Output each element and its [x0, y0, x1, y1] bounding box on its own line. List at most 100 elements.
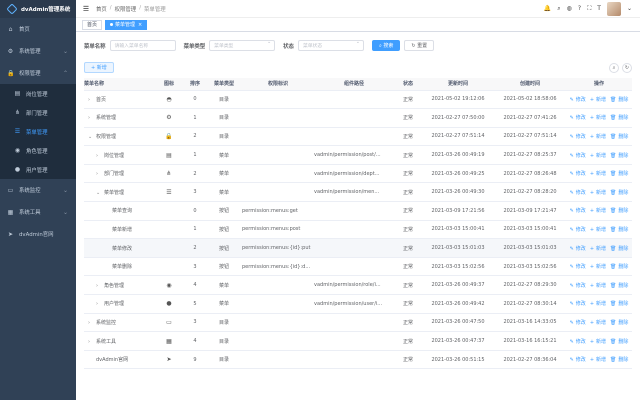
table-row[interactable]: ⌄ 菜单管理 ☰ 3 菜单 vadmin/permission/men... 正常 2021-…: [84, 182, 632, 203]
sidebar-item-user[interactable]: ● 用户管理: [0, 160, 76, 179]
sidebar-item-tools[interactable]: ▦ 系统工具 ⌄: [0, 201, 76, 223]
delete-link[interactable]: 🗑 删除: [609, 320, 629, 326]
expand-icon[interactable]: ›: [96, 153, 101, 159]
sidebar-item-gear[interactable]: ⚙ 系统管理 ⌄: [0, 40, 76, 62]
table-row[interactable]: dvAdmin官网 ➤ 9 目录 正常 2021-03-26 00:51:15 2021-0…: [84, 350, 632, 370]
table-row[interactable]: 菜单查询 0 按钮 permission:menus:get 正常 2021-03-09 …: [84, 201, 632, 221]
sidebar-item-tree[interactable]: ⋔ 部门管理: [0, 103, 76, 122]
add-link[interactable]: + 新增: [589, 357, 607, 363]
edit-link[interactable]: ✎ 修改: [569, 190, 587, 196]
help-icon[interactable]: ?: [578, 5, 581, 12]
add-link[interactable]: + 新增: [589, 171, 607, 177]
delete-link[interactable]: 🗑 删除: [609, 134, 629, 140]
edit-link[interactable]: ✎ 修改: [569, 208, 587, 214]
hamburger-icon[interactable]: ☰: [76, 5, 96, 13]
expand-icon[interactable]: ›: [96, 301, 101, 307]
delete-link[interactable]: 🗑 删除: [609, 301, 629, 307]
edit-link[interactable]: ✎ 修改: [569, 171, 587, 177]
refresh-button[interactable]: ↻: [622, 62, 632, 73]
add-link[interactable]: + 新增: [589, 190, 607, 196]
avatar[interactable]: [606, 1, 621, 16]
edit-link[interactable]: ✎ 修改: [569, 227, 587, 233]
tag-menu-management[interactable]: 菜单管理 ×: [105, 19, 148, 30]
table-row[interactable]: › 角色管理 ◉ 4 菜单 vadmin/permission/role/i... 正常 20…: [84, 275, 632, 296]
edit-link[interactable]: ✎ 修改: [569, 97, 587, 103]
add-link[interactable]: + 新增: [589, 339, 607, 345]
search-button[interactable]: ⌕ 搜索: [371, 40, 401, 51]
logo[interactable]: dvAdmin管理系统: [0, 0, 76, 18]
delete-link[interactable]: 🗑 删除: [609, 246, 629, 252]
table-row[interactable]: › 首页 ◓ 0 目录 正常 2021-05-02 19:12:06 2021-05-02 1…: [84, 90, 632, 110]
expand-icon[interactable]: ›: [88, 97, 93, 103]
edit-link[interactable]: ✎ 修改: [569, 246, 587, 252]
delete-link[interactable]: 🗑 删除: [609, 227, 629, 233]
table-row[interactable]: › 用户管理 ● 5 菜单 vadmin/permission/user/i... 正常 20…: [84, 294, 632, 314]
bell-icon[interactable]: 🔔: [544, 5, 551, 12]
table-row[interactable]: 菜单删除 3 按钮 permission:menus:{id}:d... 正常 2021-…: [84, 257, 632, 277]
sidebar-item-lock[interactable]: 🔒 权限管理 ⌃: [0, 62, 76, 84]
table-row[interactable]: ⌄ 权限管理 🔒 2 目录 正常 2021-02-27 07:51:14 2021-02-27…: [84, 127, 632, 147]
delete-link[interactable]: 🗑 删除: [609, 190, 629, 196]
add-link[interactable]: + 新增: [589, 283, 607, 289]
fullscreen-icon[interactable]: ⛶: [587, 5, 591, 13]
table-row[interactable]: › 部门管理 ⋔ 2 菜单 vadmin/permission/dept... 正常 2021…: [84, 164, 632, 184]
sidebar-item-send[interactable]: ➤ dvAdmin官网: [0, 223, 76, 245]
close-icon[interactable]: ×: [138, 22, 142, 28]
reset-button[interactable]: ↻ 重置: [404, 40, 435, 51]
add-link[interactable]: + 新增: [589, 208, 607, 214]
search-icon[interactable]: ⌕: [557, 5, 560, 13]
delete-link[interactable]: 🗑 删除: [609, 153, 629, 159]
expand-icon[interactable]: ›: [88, 339, 93, 345]
add-link[interactable]: + 新增: [589, 301, 607, 307]
add-link[interactable]: + 新增: [589, 246, 607, 252]
add-link[interactable]: + 新增: [589, 227, 607, 233]
font-size-icon[interactable]: T: [597, 5, 601, 12]
table-row[interactable]: › 岗位管理 ▤ 1 菜单 vadmin/permission/post/... 正常 202…: [84, 145, 632, 165]
breadcrumb-home[interactable]: 首页: [96, 5, 107, 13]
add-link[interactable]: + 新增: [589, 320, 607, 326]
delete-link[interactable]: 🗑 删除: [609, 97, 629, 103]
menu-name-input[interactable]: 请输入菜单名称: [109, 40, 176, 51]
sidebar-item-role[interactable]: ◉ 角色管理: [0, 141, 76, 160]
expand-icon[interactable]: ⌄: [88, 134, 93, 140]
add-link[interactable]: + 新增: [589, 115, 607, 121]
add-link[interactable]: + 新增: [589, 264, 607, 270]
add-link[interactable]: + 新增: [589, 97, 607, 103]
edit-link[interactable]: ✎ 修改: [569, 153, 587, 159]
delete-link[interactable]: 🗑 删除: [609, 208, 629, 214]
expand-icon[interactable]: ›: [96, 171, 101, 177]
toggle-search-button[interactable]: ⌕: [609, 62, 619, 73]
sidebar-item-menu[interactable]: ☰ 菜单管理: [0, 122, 76, 141]
expand-icon[interactable]: ›: [96, 283, 101, 289]
expand-icon[interactable]: ⌄: [96, 190, 101, 196]
delete-link[interactable]: 🗑 删除: [609, 264, 629, 270]
delete-link[interactable]: 🗑 删除: [609, 357, 629, 363]
expand-icon[interactable]: ›: [88, 320, 93, 326]
sidebar-item-monitor[interactable]: ▭ 系统监控 ⌄: [0, 179, 76, 201]
sidebar-item-dashboard[interactable]: ⌂ 首页: [0, 18, 76, 40]
delete-link[interactable]: 🗑 删除: [609, 283, 629, 289]
expand-icon[interactable]: ›: [88, 115, 93, 121]
delete-link[interactable]: 🗑 删除: [609, 171, 629, 177]
menu-type-select[interactable]: 菜单类型: [209, 40, 276, 51]
github-icon[interactable]: ◍: [567, 5, 572, 12]
status-select[interactable]: 菜单状态: [297, 40, 364, 51]
table-row[interactable]: 菜单修改 2 按钮 permission:menus:{id}:put 正常 2021-0…: [84, 238, 632, 258]
table-row[interactable]: › 系统管理 ⚙ 1 目录 正常 2021-02-27 07:50:00 2021-02-27…: [84, 108, 632, 128]
add-button[interactable]: + 新增: [84, 62, 114, 73]
add-link[interactable]: + 新增: [589, 134, 607, 140]
table-row[interactable]: › 系统工具 ▦ 4 目录 正常 2021-03-26 00:47:37 2021-03-16…: [84, 331, 632, 351]
edit-link[interactable]: ✎ 修改: [569, 115, 587, 121]
edit-link[interactable]: ✎ 修改: [569, 264, 587, 270]
edit-link[interactable]: ✎ 修改: [569, 301, 587, 307]
sidebar-item-post[interactable]: ▤ 岗位管理: [0, 84, 76, 103]
table-row[interactable]: › 系统监控 ▭ 3 目录 正常 2021-03-26 00:47:50 2021-03-16…: [84, 313, 632, 333]
edit-link[interactable]: ✎ 修改: [569, 283, 587, 289]
edit-link[interactable]: ✎ 修改: [569, 134, 587, 140]
table-row[interactable]: 菜单新增 1 按钮 permission:menus:post 正常 2021-03-03…: [84, 220, 632, 240]
add-link[interactable]: + 新增: [589, 153, 607, 159]
edit-link[interactable]: ✎ 修改: [569, 357, 587, 363]
chevron-down-icon[interactable]: ⌄: [627, 5, 632, 12]
tag-home[interactable]: 首页: [82, 19, 103, 30]
edit-link[interactable]: ✎ 修改: [569, 320, 587, 326]
